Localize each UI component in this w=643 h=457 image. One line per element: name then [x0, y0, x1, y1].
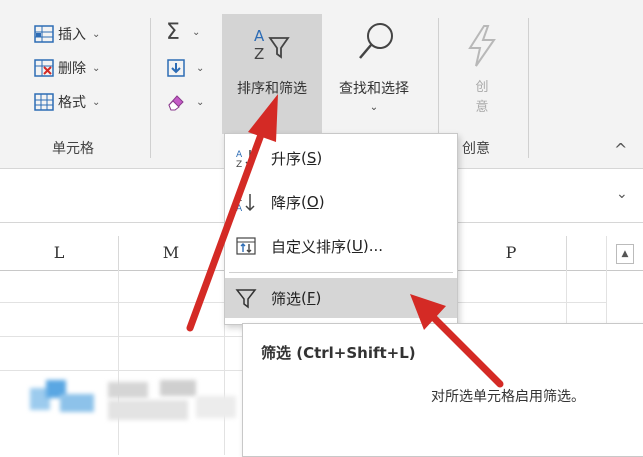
collapse-ribbon-icon[interactable]: ^	[614, 140, 627, 159]
autosum-button[interactable]: Σ ⌄	[166, 19, 201, 45]
menu-item-shortcut: O	[306, 193, 319, 211]
format-cells-icon	[34, 92, 54, 112]
menu-item-label: 自定义排序	[271, 237, 347, 256]
chevron-down-icon: ⌄	[196, 62, 205, 74]
delete-cells-icon	[34, 58, 54, 78]
blurred-watermark	[0, 372, 250, 430]
column-header-l[interactable]: L	[0, 236, 119, 270]
menu-item-label: 升序	[271, 149, 302, 168]
find-select-button[interactable]: 查找和选择 ⌄	[324, 14, 424, 134]
menu-item-shortcut: F	[306, 289, 316, 307]
menu-item-custom-sort[interactable]: 自定义排序(U)...	[225, 226, 457, 266]
insert-label: 插入	[58, 27, 86, 43]
grid-row-line	[456, 302, 606, 303]
sigma-icon: Σ	[166, 19, 180, 45]
eraser-icon	[166, 92, 186, 112]
chevron-down-icon[interactable]: ⌄	[616, 186, 628, 202]
grid-row-line	[0, 370, 242, 371]
delete-label: 删除	[58, 61, 86, 77]
lightning-icon	[464, 24, 500, 72]
ideas-label-line2: 意	[475, 100, 489, 115]
column-header-p[interactable]: P	[456, 236, 567, 270]
ideas-label-line1: 创	[475, 80, 489, 95]
menu-item-filter[interactable]: 筛选(F)	[225, 278, 457, 318]
group-divider	[150, 18, 151, 158]
chevron-down-icon: ⌄	[192, 26, 201, 38]
chevron-down-icon: ⌄	[92, 62, 101, 74]
filter-funnel-icon	[235, 287, 257, 309]
grid-row-line	[0, 302, 224, 303]
sort-filter-menu: AZ 升序(S) ZA 降序(O) 自定义排序(U)... 筛选(F)	[224, 133, 458, 325]
tooltip-description: 对所选单元格启用筛选。	[431, 389, 585, 405]
svg-text:A: A	[254, 27, 265, 45]
chevron-down-icon: ⌄	[369, 102, 379, 113]
sort-filter-icon: A Z	[252, 24, 292, 68]
custom-sort-icon	[235, 235, 257, 257]
ideas-button[interactable]: 创 意	[450, 14, 514, 134]
sort-ascending-icon: AZ	[235, 147, 257, 170]
insert-cells-icon	[34, 24, 54, 44]
sort-filter-label: 排序和筛选	[237, 81, 307, 97]
menu-item-ellipsis: ...	[368, 237, 384, 255]
chevron-down-icon: ⌄	[196, 96, 205, 108]
menu-item-sort-descending[interactable]: ZA 降序(O)	[225, 182, 457, 222]
menu-item-sort-ascending[interactable]: AZ 升序(S)	[225, 138, 457, 178]
svg-text:A: A	[236, 150, 243, 160]
scrollbar-track	[606, 236, 607, 323]
tooltip-title: 筛选 (Ctrl+Shift+L)	[261, 344, 416, 362]
delete-cells-button[interactable]: 删除 ⌄	[34, 56, 100, 80]
format-cells-button[interactable]: 格式 ⌄	[34, 90, 100, 114]
svg-text:Z: Z	[254, 45, 264, 63]
chevron-down-icon: ⌄	[267, 102, 277, 113]
filter-tooltip: 筛选 (Ctrl+Shift+L) 对所选单元格启用筛选。	[242, 323, 643, 457]
svg-text:A: A	[236, 204, 243, 213]
menu-separator	[229, 272, 453, 273]
fill-button[interactable]: ⌄	[166, 56, 204, 80]
magnifier-icon	[356, 20, 396, 68]
format-label: 格式	[58, 95, 86, 111]
menu-item-shortcut: U	[351, 237, 363, 255]
find-select-label: 查找和选择	[339, 81, 409, 97]
clear-button[interactable]: ⌄	[166, 90, 204, 114]
insert-cells-button[interactable]: 插入 ⌄	[34, 22, 100, 46]
cells-group-label: 单元格	[52, 141, 94, 157]
group-divider	[528, 18, 529, 158]
fill-down-icon	[166, 58, 186, 78]
chevron-down-icon: ⌄	[92, 28, 101, 40]
ideas-group-label: 创意	[462, 141, 490, 157]
menu-item-label: 降序	[271, 193, 302, 212]
svg-text:Z: Z	[236, 194, 242, 204]
column-header-m[interactable]: M	[118, 236, 225, 270]
grid-col-line	[566, 270, 567, 323]
sort-filter-button[interactable]: A Z 排序和筛选 ⌄	[222, 14, 322, 134]
sort-descending-icon: ZA	[235, 191, 257, 214]
svg-text:Z: Z	[236, 160, 242, 169]
chevron-down-icon: ⌄	[92, 96, 101, 108]
menu-item-shortcut: S	[306, 149, 317, 167]
scroll-up-button[interactable]: ▲	[616, 244, 634, 264]
grid-row-line	[0, 336, 242, 337]
menu-item-label: 筛选	[271, 289, 302, 308]
